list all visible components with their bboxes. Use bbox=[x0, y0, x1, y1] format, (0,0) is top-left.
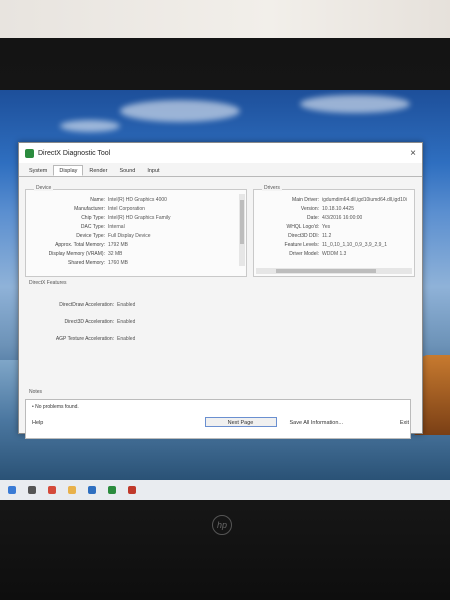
device-key: Name: bbox=[90, 197, 105, 203]
driver-key: Driver Model: bbox=[289, 251, 319, 257]
exit-button[interactable]: Exit bbox=[356, 417, 416, 427]
device-key: Chip Type: bbox=[81, 215, 105, 221]
feature-key: DirectDraw Acceleration: bbox=[59, 302, 114, 308]
driver-row: WHQL Logo'd: Yes bbox=[254, 223, 412, 232]
device-row: DAC Type: Internal bbox=[26, 223, 236, 232]
tab-content: Device Name: Intel(R) HD Graphics 4000 Ma… bbox=[19, 177, 422, 439]
dxdiag-app-icon bbox=[25, 148, 34, 158]
driver-value: 4/3/2016 16:00:00 bbox=[322, 215, 363, 221]
driver-row: Driver Model: WDDM 1.3 bbox=[254, 250, 412, 259]
driver-key: WHQL Logo'd: bbox=[286, 224, 319, 230]
device-key: Approx. Total Memory: bbox=[55, 242, 105, 248]
driver-row: Version: 10.18.10.4425 bbox=[254, 205, 412, 214]
device-row: Approx. Total Memory: 1792 MB bbox=[26, 241, 236, 250]
feature-row: DirectDraw Acceleration: Enabled bbox=[25, 297, 415, 314]
device-key: Device Type: bbox=[76, 233, 105, 239]
device-key: DAC Type: bbox=[80, 224, 105, 230]
device-row: Chip Type: Intel(R) HD Graphics Family bbox=[26, 214, 236, 223]
driver-key: Main Driver: bbox=[292, 197, 319, 203]
device-key: Shared Memory: bbox=[68, 260, 105, 266]
drivers-scroll-thumb[interactable] bbox=[276, 269, 376, 273]
driver-row: Main Driver: igdumdim64.dll,igd10iumd64.d… bbox=[254, 196, 412, 205]
device-section-label: Device bbox=[34, 185, 54, 191]
device-scroll-thumb[interactable] bbox=[240, 200, 244, 244]
device-row: Name: Intel(R) HD Graphics 4000 bbox=[26, 196, 236, 205]
driver-key: Direct3D DDI: bbox=[288, 233, 319, 239]
feature-key: Direct3D Acceleration: bbox=[64, 319, 114, 325]
device-value: 1760 MB bbox=[108, 260, 129, 266]
tab-display[interactable]: Display bbox=[53, 165, 84, 176]
wallpaper-cloud bbox=[60, 120, 120, 132]
device-value: Intel(R) HD Graphics 4000 bbox=[108, 197, 167, 203]
feature-row: Direct3D Acceleration: Enabled bbox=[25, 314, 415, 331]
device-value: Intel Corporation bbox=[108, 206, 145, 212]
hp-logo: hp bbox=[212, 515, 232, 535]
save-all-button[interactable]: Save All Information... bbox=[283, 417, 351, 427]
directx-features-label: DirectX Features bbox=[27, 280, 69, 286]
device-row: Shared Memory: 1760 MB bbox=[26, 259, 236, 268]
feature-value: Enabled bbox=[117, 319, 136, 325]
dxdiag-window: DirectX Diagnostic Tool × System Display… bbox=[18, 142, 423, 439]
tab-sound[interactable]: Sound bbox=[113, 165, 141, 176]
wall-background bbox=[0, 0, 450, 38]
driver-row: Date: 4/3/2016 16:00:00 bbox=[254, 214, 412, 223]
taskbar-app-icon[interactable] bbox=[128, 486, 136, 494]
device-value: 32 MB bbox=[108, 251, 123, 257]
feature-value: Enabled bbox=[117, 302, 136, 308]
close-icon[interactable]: × bbox=[410, 148, 416, 159]
driver-key: Feature Levels: bbox=[284, 242, 319, 248]
drivers-list: Main Driver: igdumdim64.dll,igd10iumd64.d… bbox=[254, 190, 414, 259]
title-bar[interactable]: DirectX Diagnostic Tool × bbox=[19, 143, 422, 163]
driver-value: WDDM 1.3 bbox=[322, 251, 347, 257]
next-page-button[interactable]: Next Page bbox=[204, 417, 277, 427]
driver-value: igdumdim64.dll,igd10iumd64.dll,igd10i bbox=[322, 197, 407, 203]
driver-value: 10.18.10.4425 bbox=[322, 206, 354, 212]
taskbar-app-icon[interactable] bbox=[48, 486, 56, 494]
folder-icon[interactable] bbox=[68, 486, 76, 494]
notes-section-label: Notes bbox=[27, 389, 45, 395]
device-value: Internal bbox=[108, 224, 125, 230]
device-value: Full Display Device bbox=[108, 233, 151, 239]
help-button[interactable]: Help bbox=[25, 417, 85, 427]
taskbar bbox=[0, 480, 450, 500]
drivers-section-label: Drivers bbox=[262, 185, 282, 191]
device-row: Device Type: Full Display Device bbox=[26, 232, 236, 241]
device-row: Manufacturer: Intel Corporation bbox=[26, 205, 236, 214]
tab-system[interactable]: System bbox=[23, 165, 53, 176]
feature-row: AGP Texture Acceleration: Enabled bbox=[25, 331, 415, 348]
device-key: Manufacturer: bbox=[74, 206, 105, 212]
device-value: 1792 MB bbox=[108, 242, 129, 248]
features-list: DirectDraw Acceleration: Enabled Direct3D… bbox=[25, 285, 415, 348]
driver-key: Date: bbox=[307, 215, 319, 221]
device-scrollbar[interactable] bbox=[239, 194, 245, 266]
search-icon[interactable] bbox=[28, 486, 36, 494]
tab-bar: System Display Render Sound Input bbox=[19, 163, 422, 177]
button-bar: Help Next Page Save All Information... E… bbox=[19, 411, 422, 433]
wallpaper-cloud bbox=[300, 95, 410, 113]
driver-row: Direct3D DDI: 11.2 bbox=[254, 232, 412, 241]
drivers-scrollbar[interactable] bbox=[256, 268, 412, 274]
note-text: No problems found. bbox=[35, 404, 79, 410]
drivers-panel: Drivers Main Driver: igdumdim64.dll,igd10… bbox=[253, 185, 415, 277]
tab-input[interactable]: Input bbox=[141, 165, 165, 176]
window-title: DirectX Diagnostic Tool bbox=[38, 149, 111, 157]
wallpaper-cloud bbox=[120, 100, 240, 122]
feature-value: Enabled bbox=[117, 336, 136, 342]
tab-render[interactable]: Render bbox=[83, 165, 113, 176]
taskbar-app-icon[interactable] bbox=[88, 486, 96, 494]
directx-features-panel: DirectX Features DirectDraw Acceleration… bbox=[25, 280, 415, 365]
device-row: Display Memory (VRAM): 32 MB bbox=[26, 250, 236, 259]
dxdiag-taskbar-icon[interactable] bbox=[108, 486, 116, 494]
driver-row: Feature Levels: 11_0,10_1,10_0,9_3,9_2,9_… bbox=[254, 241, 412, 250]
start-icon[interactable] bbox=[8, 486, 16, 494]
driver-value: 11.2 bbox=[322, 233, 332, 239]
driver-key: Version: bbox=[300, 206, 319, 212]
device-panel: Device Name: Intel(R) HD Graphics 4000 Ma… bbox=[25, 185, 247, 277]
feature-key: AGP Texture Acceleration: bbox=[55, 336, 114, 342]
device-key: Display Memory (VRAM): bbox=[48, 251, 105, 257]
driver-value: 11_0,10_1,10_0,9_3,9_2,9_1 bbox=[322, 242, 387, 248]
driver-value: Yes bbox=[322, 224, 331, 230]
device-list: Name: Intel(R) HD Graphics 4000 Manufactu… bbox=[26, 190, 246, 268]
device-value: Intel(R) HD Graphics Family bbox=[108, 215, 171, 221]
